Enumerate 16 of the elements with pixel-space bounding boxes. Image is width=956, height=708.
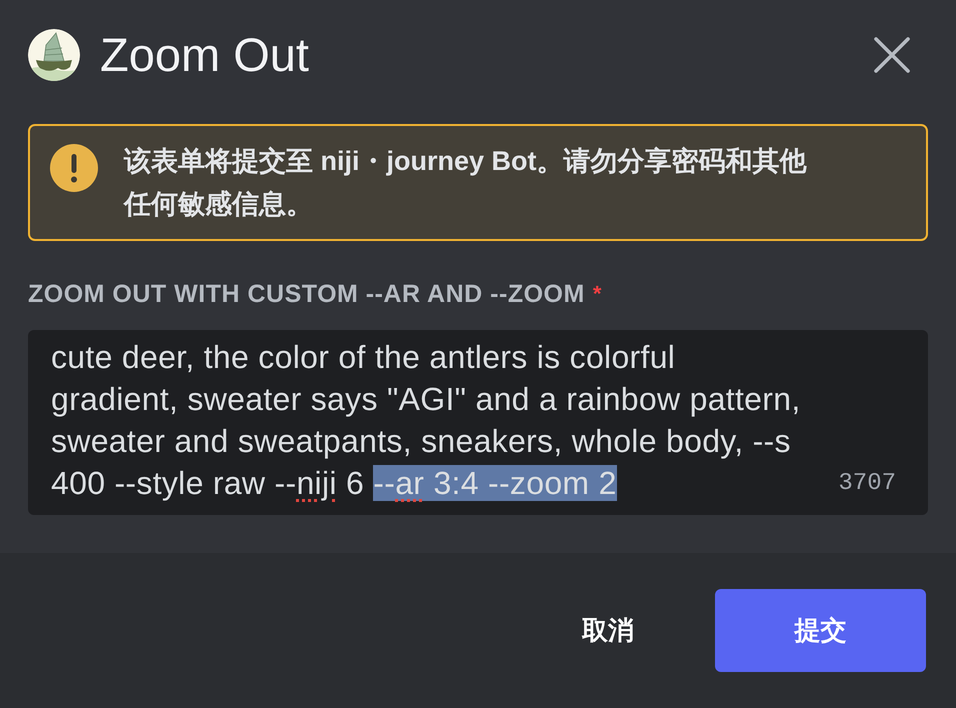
selected-text: -- [373, 465, 396, 501]
close-icon [874, 37, 910, 73]
field-label: ZOOM OUT WITH CUSTOM --AR AND --ZOOM [28, 280, 585, 308]
prompt-field[interactable]: cute deer, the color of the antlers is colorful gradient, sweater says "AGI" and a rainbow pattern, sweater and sweatpants, sneakers, whole body, --s 400 --style raw --niji 6 --ar 3:4 --zoom 2 3707 [28, 330, 928, 515]
required-mark: * [592, 281, 602, 307]
submit-button[interactable]: 提交 [715, 589, 926, 672]
misspelled-word: ar [395, 465, 424, 501]
character-count: 3707 [838, 469, 896, 499]
sailboat-logo-icon [28, 29, 80, 81]
cancel-button[interactable]: 取消 [543, 589, 673, 672]
misspelled-word: niji [296, 465, 337, 501]
warning-icon [50, 144, 98, 192]
dialog-title: Zoom Out [100, 29, 310, 81]
close-button[interactable] [874, 37, 910, 73]
selected-text: 3:4 --zoom 2 [424, 465, 617, 501]
notice-text: 该表单将提交至 niji・journey Bot。请勿分享密码和其他任何敏感信息。 [124, 144, 808, 220]
